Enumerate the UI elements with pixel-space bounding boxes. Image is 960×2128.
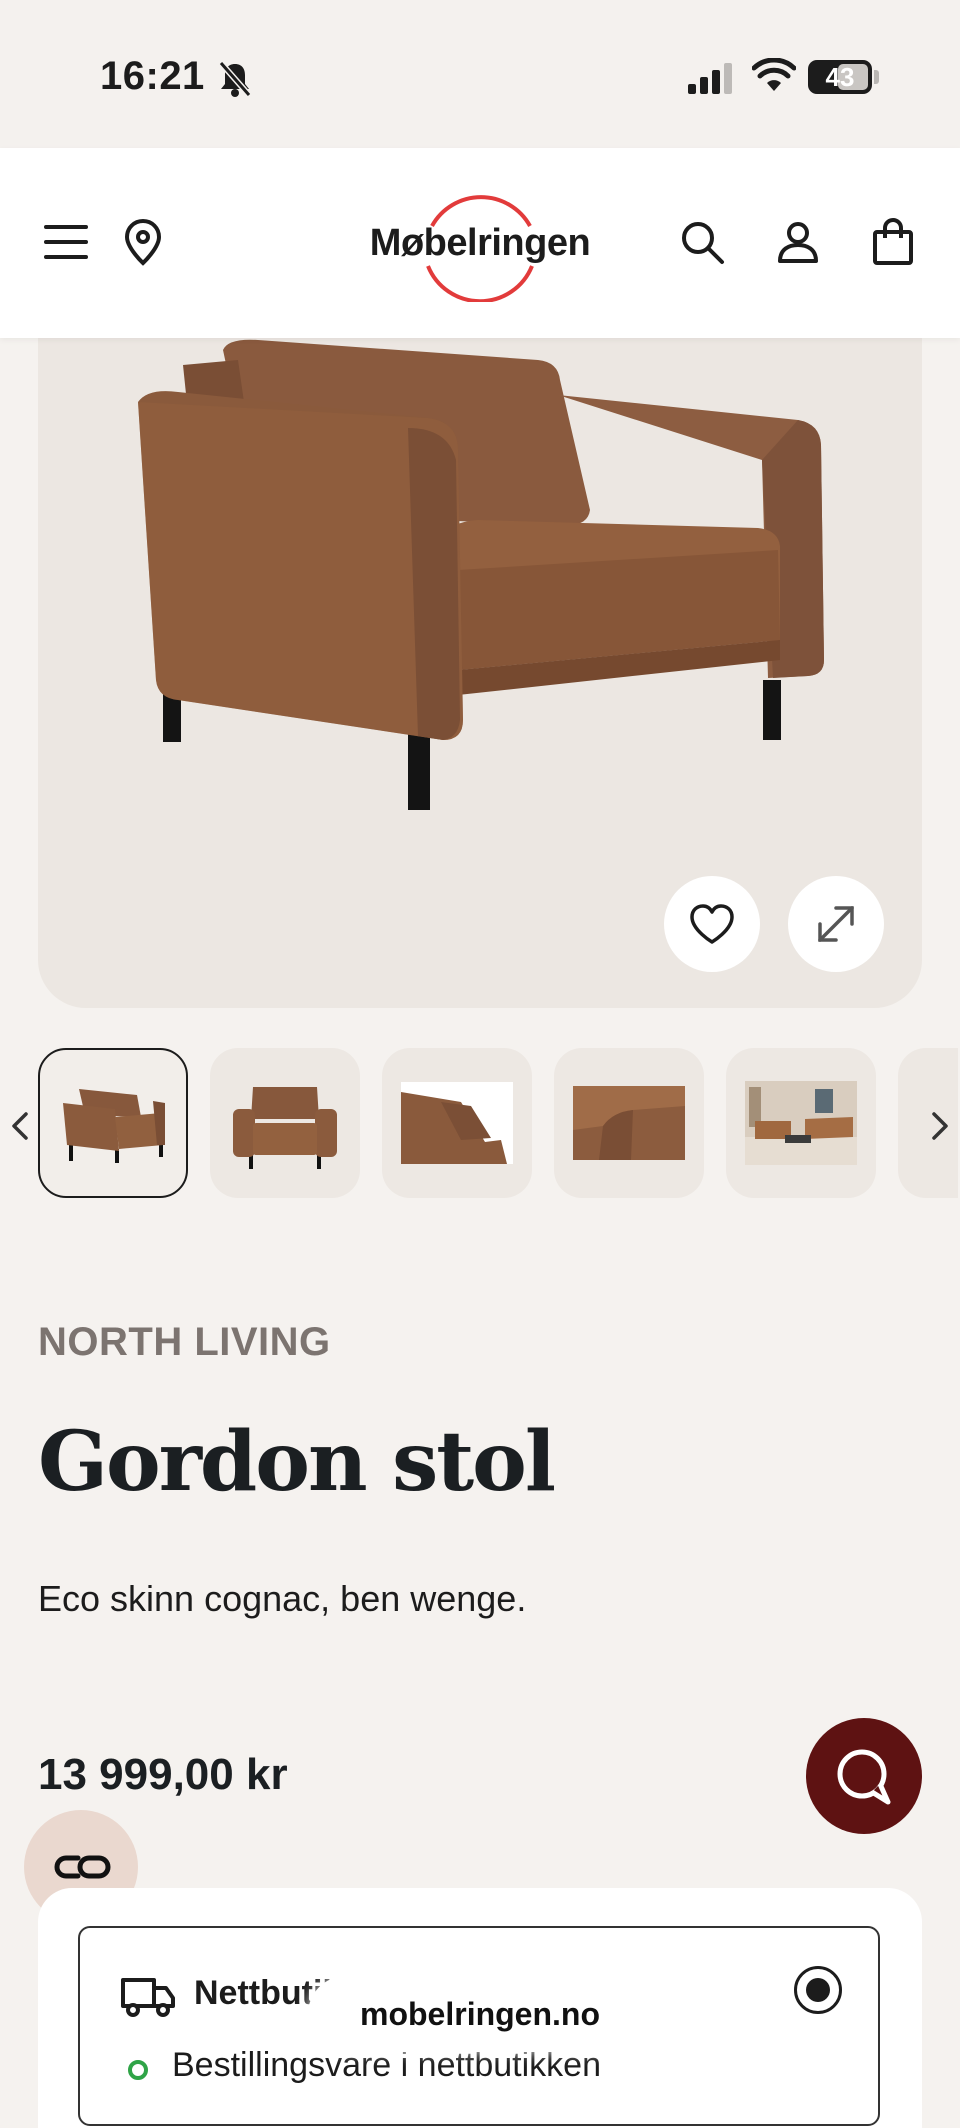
logo-text: Møbelringen bbox=[369, 222, 591, 264]
armchair-illustration bbox=[138, 339, 824, 810]
product-title: Gordon stol bbox=[38, 1414, 556, 1510]
status-time: 16:21 bbox=[100, 54, 205, 98]
co-logo-icon bbox=[54, 1855, 111, 1879]
site-logo[interactable]: Møbelringen bbox=[360, 186, 600, 302]
browser-url-bar[interactable]: mobelringen.no bbox=[308, 1976, 652, 2052]
location-pin-icon[interactable] bbox=[115, 214, 171, 270]
thumbnail-image bbox=[745, 1081, 857, 1165]
thumbnail-2[interactable] bbox=[210, 1048, 360, 1198]
shopping-bag-icon[interactable] bbox=[865, 214, 921, 270]
product-price: 13 999,00 kr bbox=[38, 1750, 288, 1799]
product-image[interactable] bbox=[38, 300, 922, 1008]
availability-status-icon bbox=[128, 2060, 148, 2080]
site-header: Møbelringen bbox=[0, 148, 960, 338]
delivery-option-radio[interactable] bbox=[794, 1966, 842, 2014]
thumbnail-5[interactable] bbox=[726, 1048, 876, 1198]
thumbnails-prev-button[interactable] bbox=[2, 1104, 38, 1148]
expand-button[interactable] bbox=[788, 876, 884, 972]
expand-icon bbox=[818, 906, 854, 942]
chat-bubble-icon bbox=[837, 1749, 891, 1805]
menu-icon[interactable] bbox=[38, 214, 94, 270]
chevron-left-icon bbox=[12, 1112, 28, 1140]
account-icon[interactable] bbox=[770, 214, 826, 270]
battery-level: 43 bbox=[825, 62, 855, 92]
cellular-signal-icon bbox=[688, 63, 732, 94]
chevron-right-icon bbox=[932, 1112, 948, 1140]
delivery-truck-icon bbox=[121, 1978, 175, 2017]
thumbnail-1[interactable] bbox=[38, 1048, 188, 1198]
status-bar: 16:21 43 bbox=[0, 0, 960, 148]
thumbnail-image bbox=[233, 1087, 337, 1169]
thumbnail-4[interactable] bbox=[554, 1048, 704, 1198]
thumbnail-image bbox=[401, 1082, 513, 1164]
chat-button[interactable] bbox=[806, 1718, 922, 1834]
bell-muted-icon bbox=[218, 61, 252, 97]
thumbnail-image bbox=[573, 1086, 685, 1160]
wifi-icon bbox=[752, 58, 796, 91]
product-description: Eco skinn cognac, ben wenge. bbox=[38, 1578, 527, 1619]
thumbnail-image bbox=[63, 1089, 165, 1163]
thumbnails-next-button[interactable] bbox=[922, 1104, 958, 1148]
heart-icon bbox=[690, 904, 734, 944]
search-icon[interactable] bbox=[674, 214, 730, 270]
favorite-button[interactable] bbox=[664, 876, 760, 972]
thumbnail-3[interactable] bbox=[382, 1048, 532, 1198]
product-brand[interactable]: NORTH LIVING bbox=[38, 1320, 331, 1365]
radio-selected-dot bbox=[806, 1978, 830, 2002]
